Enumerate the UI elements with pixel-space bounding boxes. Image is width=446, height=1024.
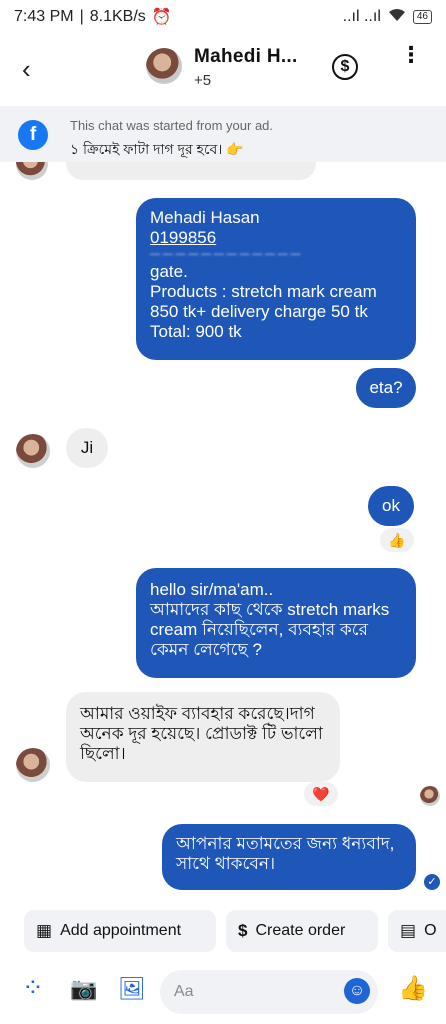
message-line: আপনার মতামতের জন্য ধন্যবাদ, xyxy=(176,834,395,853)
contact-subtitle: +5 xyxy=(194,72,212,89)
more-actions-chip[interactable]: ▤ O xyxy=(388,910,446,952)
seen-avatar xyxy=(420,786,440,806)
chip-label: Add appointment xyxy=(60,922,182,939)
message-composer: ⁘ 📷 🖼 ☺ 👍 xyxy=(0,964,446,1020)
message-bubble-thanks[interactable]: আপনার মতামতের জন্য ধন্যবাদ, সাথে থাকবেন। xyxy=(162,824,416,890)
message-list[interactable]: Mehadi Hasan 0199856 — — — — — — — — — —… xyxy=(0,162,446,902)
quick-actions-bar: ▦ Add appointment $ Create order ▤ O xyxy=(0,910,446,954)
like-button[interactable]: 👍 xyxy=(398,974,428,1003)
alarm-icon: ⏰ xyxy=(151,9,172,26)
ad-banner-caption: This chat was started from your ad. xyxy=(70,118,274,133)
message-line: ছিলো। xyxy=(80,744,126,763)
dollar-icon: $ xyxy=(238,921,248,940)
order-line: Products : stretch mark cream xyxy=(150,282,377,301)
battery-icon: 46 xyxy=(412,10,432,24)
order-details-message[interactable]: Mehadi Hasan 0199856 — — — — — — — — — —… xyxy=(136,198,416,360)
message-bubble-ji[interactable]: Ji xyxy=(66,428,108,468)
camera-icon[interactable]: 📷 xyxy=(70,976,97,1002)
contact-avatar-small xyxy=(16,162,48,180)
network-speed: 8.1KB/s xyxy=(89,8,146,25)
wifi-icon xyxy=(387,7,407,28)
reaction-thumbs-up[interactable]: 👍 xyxy=(380,528,414,552)
ad-banner[interactable]: f This chat was started from your ad. ১ … xyxy=(0,106,446,162)
contact-avatar-small xyxy=(16,434,50,468)
back-button[interactable]: ‹ xyxy=(22,54,31,85)
calendar-icon: ▦ xyxy=(36,921,53,940)
message-line: সাথে থাকবেন। xyxy=(176,854,276,873)
order-phone-link[interactable]: 0199856 xyxy=(150,228,402,248)
facebook-icon: f xyxy=(18,120,48,150)
message-bubble-ok[interactable]: ok xyxy=(368,486,414,526)
order-line: Total: 900 tk xyxy=(150,322,242,341)
message-line: আমার ওয়াইফ ব্যাবহার করেছে।দাগ xyxy=(80,704,315,723)
status-time: 7:43 PM xyxy=(14,8,74,25)
create-order-button[interactable]: $ Create order xyxy=(226,910,378,952)
contact-name[interactable]: Mahedi H... xyxy=(194,46,298,68)
gallery-icon[interactable]: 🖼 xyxy=(118,976,146,1002)
reaction-heart[interactable]: ❤️ xyxy=(304,782,338,806)
message-bubble-followup[interactable]: hello sir/ma'am.. আমাদের কাছ থেকে stretc… xyxy=(136,568,416,678)
message-bubble-eta[interactable]: eta? xyxy=(356,368,416,408)
chip-label: Create order xyxy=(255,922,346,939)
signal-icon: ..ıl ..ıl xyxy=(342,8,381,25)
message-bubble-reply[interactable]: আমার ওয়াইফ ব্যাবহার করেছে।দাগ অনেক দূর … xyxy=(66,692,340,782)
more-options-icon[interactable]: ⋮ xyxy=(400,44,422,66)
message-line: cream নিয়েছিলেন, ব্যবহার করে xyxy=(150,620,368,639)
message-line: অনেক দূর হয়েছে। প্রোডাক্ট টি ভালো xyxy=(80,724,323,743)
contact-avatar[interactable] xyxy=(146,48,182,84)
ad-banner-text: ১ ক্রিমেই ফাটা দাগ দূর হবে। 👉 xyxy=(70,141,244,157)
partial-message-bubble xyxy=(66,162,316,180)
conversation-header: ‹ Mahedi H... +5 $ ⋮ xyxy=(0,34,446,102)
message-line: আমাদের কাছ থেকে stretch marks xyxy=(150,600,390,619)
message-line: hello sir/ma'am.. xyxy=(150,580,274,599)
add-appointment-button[interactable]: ▦ Add appointment xyxy=(24,910,216,952)
payment-button[interactable]: $ xyxy=(332,54,358,80)
order-customer-name: Mehadi Hasan xyxy=(150,208,260,227)
list-icon: ▤ xyxy=(400,921,417,940)
chip-label: O xyxy=(424,922,437,939)
order-line: 850 tk+ delivery charge 50 tk xyxy=(150,302,368,321)
apps-grid-icon[interactable]: ⁘ xyxy=(22,972,44,1003)
seen-check-icon: ✓ xyxy=(424,874,440,890)
order-line: gate. xyxy=(150,262,188,281)
contact-avatar-small xyxy=(16,748,50,782)
status-bar: 7:43 PM | 8.1KB/s ⏰ ..ıl ..ıl 46 xyxy=(0,0,446,34)
emoji-icon[interactable]: ☺ xyxy=(344,978,370,1004)
message-line: কেমন লেগেছে ? xyxy=(150,640,262,659)
order-blurred-address: — — — — — — — — — — — — xyxy=(150,249,301,260)
